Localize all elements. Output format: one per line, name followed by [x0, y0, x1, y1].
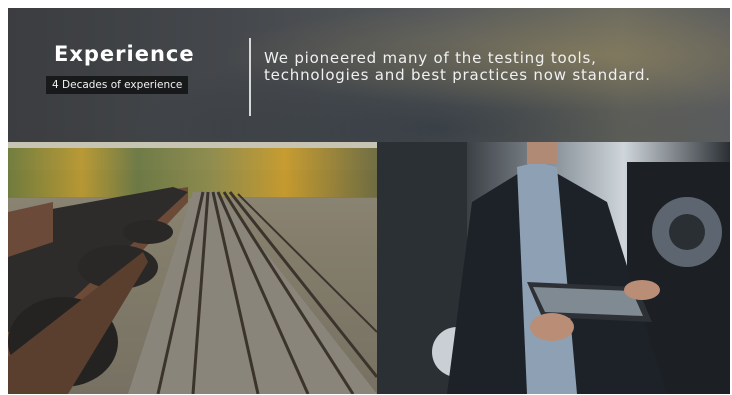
experience-badge: 4 Decades of experience [46, 76, 189, 94]
tagline-line-2: technologies and best practices now stan… [264, 66, 651, 84]
experience-banner: Experience 4 Decades of experience We pi… [8, 8, 730, 142]
banner-title: Experience [54, 42, 195, 66]
banner-divider [249, 38, 251, 116]
video-frame: Experience 4 Decades of experience We pi… [8, 8, 730, 394]
engineer-with-tablet-image [377, 142, 730, 394]
worker-scene [377, 142, 730, 394]
banner-tagline: We pioneered many of the testing tools, … [264, 50, 730, 84]
railway-scene [8, 187, 377, 394]
railway-coal-train-image [8, 142, 377, 394]
tagline-line-1: We pioneered many of the testing tools, [264, 49, 597, 67]
